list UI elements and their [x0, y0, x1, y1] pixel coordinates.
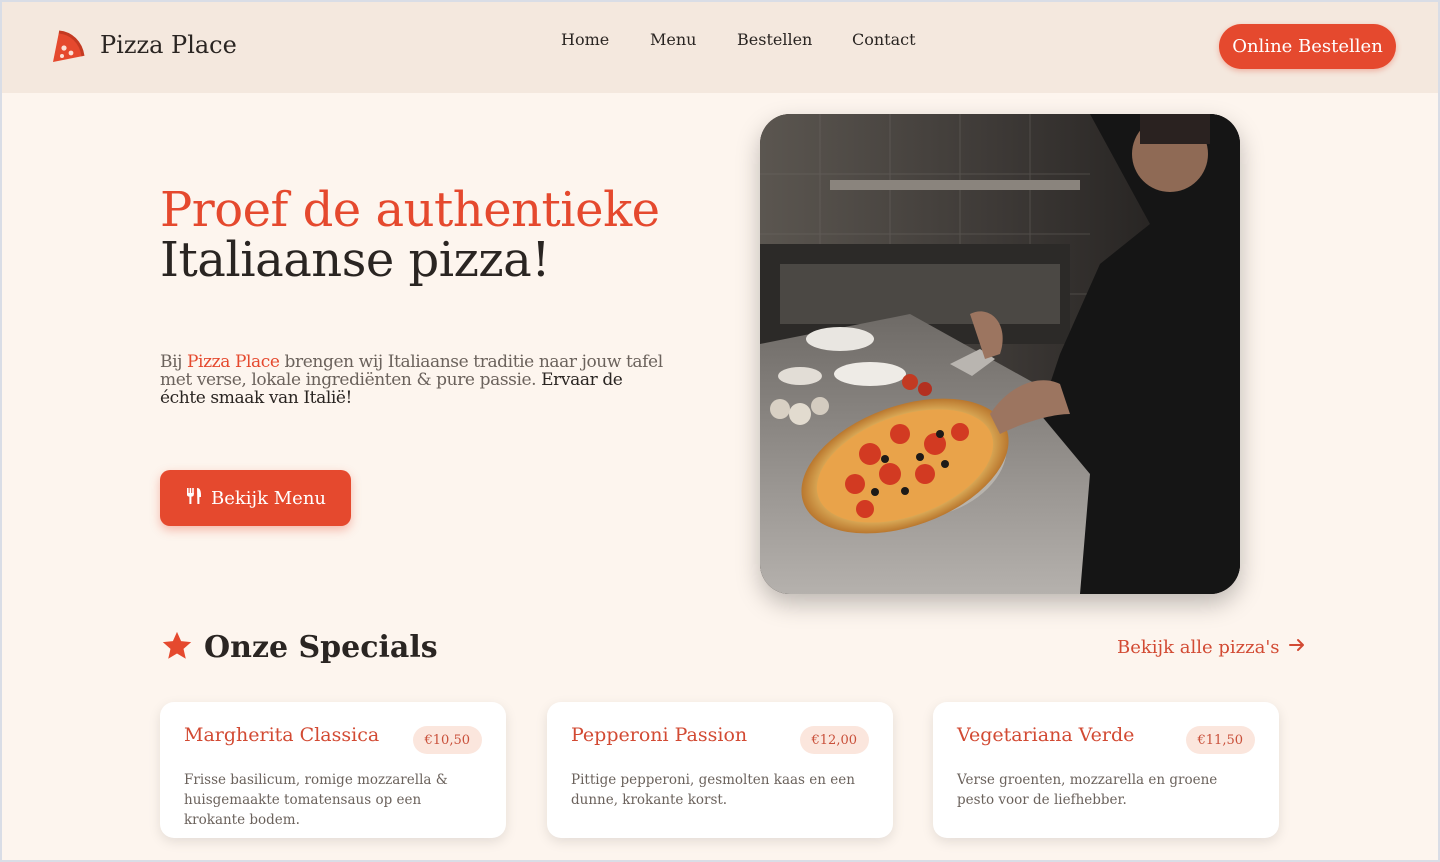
- special-description: Frisse basilicum, romige mozzarella & hu…: [184, 772, 448, 828]
- special-price: €12,00: [799, 726, 869, 754]
- view-menu-button[interactable]: Bekijk Menu: [160, 470, 351, 526]
- hero-image-chef-pizza: [760, 114, 1240, 594]
- special-name: Margherita Classica: [184, 724, 380, 746]
- nav-contact[interactable]: Contact: [852, 30, 916, 49]
- special-card[interactable]: Pepperoni Passion €12,00 Pittige peppero…: [547, 702, 893, 838]
- special-name: Pepperoni Passion: [571, 724, 748, 746]
- hero-brand-link: Pizza Place: [187, 352, 280, 372]
- view-all-pizzas-link[interactable]: Bekijk alle pizza's: [1117, 636, 1306, 659]
- site-header: Pizza Place Home Menu Bestellen Contact …: [2, 2, 1438, 93]
- special-description: Pittige pepperoni, gesmolten kaas en een…: [571, 772, 855, 808]
- nav-home[interactable]: Home: [561, 30, 609, 49]
- pizza-slice-icon: [51, 28, 85, 68]
- arrow-right-icon: [1288, 636, 1306, 659]
- star-icon: [160, 629, 194, 667]
- utensils-icon: [185, 487, 203, 510]
- hero-description: Bij Pizza Place brengen wij Italiaanse t…: [160, 353, 670, 407]
- hero-title-line1: Proef de authentieke: [160, 182, 660, 238]
- special-price: €10,50: [412, 726, 482, 754]
- special-name: Vegetariana Verde: [957, 724, 1135, 746]
- specials-header: Onze Specials: [160, 628, 438, 668]
- special-description: Verse groenten, mozzarella en groene pes…: [957, 772, 1218, 808]
- nav-menu[interactable]: Menu: [650, 30, 696, 49]
- special-card[interactable]: Vegetariana Verde €11,50 Verse groenten,…: [933, 702, 1279, 838]
- nav-bestellen[interactable]: Bestellen: [737, 30, 812, 49]
- specials-title: Onze Specials: [204, 630, 438, 665]
- view-all-pizzas-label: Bekijk alle pizza's: [1117, 637, 1280, 658]
- hero-text-prefix: Bij: [160, 352, 188, 372]
- special-card[interactable]: Margherita Classica €10,50 Frisse basili…: [160, 702, 506, 838]
- hero-title: Proef de authentieke Italiaanse pizza!: [160, 185, 660, 285]
- special-price: €11,50: [1185, 726, 1255, 754]
- hero-title-line2: Italiaanse pizza!: [160, 232, 551, 288]
- view-menu-label: Bekijk Menu: [210, 487, 327, 509]
- online-order-button[interactable]: Online Bestellen: [1219, 24, 1396, 69]
- logo[interactable]: Pizza Place: [51, 28, 237, 68]
- brand-name: Pizza Place: [100, 31, 237, 59]
